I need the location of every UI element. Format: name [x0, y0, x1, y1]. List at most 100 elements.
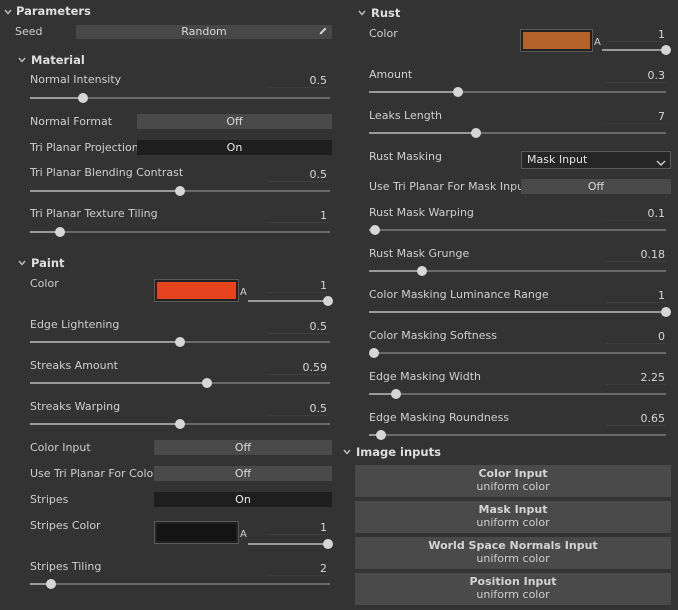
- streaks-warping-value[interactable]: 0.5: [268, 402, 328, 416]
- rust-masking-label: Rust Masking: [369, 150, 443, 163]
- color-masking-luminance-range-label: Color Masking Luminance Range: [369, 288, 549, 301]
- paint-color-alpha-slider[interactable]: [248, 296, 333, 306]
- chevron-down-icon[interactable]: [18, 259, 26, 267]
- pencil-icon[interactable]: [318, 26, 328, 40]
- seed-value: Random: [181, 25, 227, 38]
- color-masking-luminance-range-value[interactable]: 1: [606, 289, 666, 303]
- edge-masking-width-slider[interactable]: [369, 389, 666, 399]
- slider-handle[interactable]: [175, 186, 185, 196]
- image-input-mask[interactable]: Mask Input uniform color: [355, 501, 671, 533]
- streaks-amount-slider[interactable]: [30, 378, 330, 388]
- slider-fill: [30, 382, 207, 384]
- rust-masking-dropdown[interactable]: Mask Input: [521, 151, 671, 169]
- tri-planar-texture-tiling-value[interactable]: 1: [268, 209, 328, 223]
- edge-masking-roundness-value[interactable]: 0.65: [606, 412, 666, 426]
- edge-masking-width-value[interactable]: 2.25: [606, 371, 666, 385]
- paint-color-swatch[interactable]: [154, 279, 239, 302]
- amount-value[interactable]: 0.3: [606, 69, 666, 83]
- color-masking-softness-value[interactable]: 0: [606, 330, 666, 344]
- stripes-color-alpha-value[interactable]: 1: [268, 521, 328, 535]
- tri-planar-projection-label: Tri Planar Projection: [30, 141, 139, 154]
- slider-handle[interactable]: [369, 348, 379, 358]
- slider-fill: [369, 270, 423, 272]
- image-input-world-space-normals[interactable]: World Space Normals Input uniform color: [355, 537, 671, 569]
- paint-color-alpha-value[interactable]: 1: [268, 279, 328, 293]
- rust-color-swatch[interactable]: [520, 29, 593, 52]
- rust-color-label: Color: [369, 27, 398, 40]
- leaks-length-slider[interactable]: [369, 128, 666, 138]
- slider-handle[interactable]: [417, 266, 428, 276]
- amount-slider[interactable]: [369, 87, 666, 97]
- chevron-down-icon[interactable]: [4, 8, 12, 16]
- slider-handle[interactable]: [470, 128, 481, 138]
- slider-handle[interactable]: [369, 225, 380, 235]
- slider-fill: [30, 97, 83, 99]
- image-input-position[interactable]: Position Input uniform color: [355, 573, 671, 605]
- tri-planar-blending-contrast-value[interactable]: 0.5: [268, 168, 328, 182]
- chevron-down-icon[interactable]: [343, 448, 351, 456]
- edge-masking-roundness-slider[interactable]: [369, 430, 666, 440]
- stripes-color-alpha-slider[interactable]: [248, 539, 333, 549]
- seed-label: Seed: [15, 25, 43, 38]
- normal-format-label: Normal Format: [30, 115, 113, 128]
- use-tri-planar-for-mask-input-toggle[interactable]: Off: [521, 179, 671, 194]
- normal-format-toggle[interactable]: Off: [137, 114, 332, 129]
- slider-handle[interactable]: [55, 227, 65, 237]
- slider-fill: [30, 190, 180, 192]
- slider-handle[interactable]: [661, 45, 671, 55]
- rust-color-alpha-label: A: [594, 37, 601, 48]
- tri-planar-blending-contrast-slider[interactable]: [30, 186, 330, 196]
- normal-intensity-value[interactable]: 0.5: [268, 74, 328, 88]
- chevron-down-icon[interactable]: [358, 9, 366, 17]
- slider-handle[interactable]: [323, 296, 333, 306]
- slider-handle[interactable]: [323, 539, 333, 549]
- color-masking-softness-label: Color Masking Softness: [369, 329, 497, 342]
- slider-handle[interactable]: [175, 419, 185, 429]
- slider-fill: [248, 300, 328, 302]
- stripes-toggle[interactable]: On: [154, 492, 332, 507]
- image-input-title: World Space Normals Input: [428, 539, 598, 552]
- slider-handle[interactable]: [46, 579, 56, 589]
- slider-handle[interactable]: [453, 87, 464, 97]
- streaks-warping-slider[interactable]: [30, 419, 330, 429]
- rust-mask-grunge-value[interactable]: 0.18: [606, 248, 666, 262]
- slider-handle[interactable]: [375, 430, 386, 440]
- edge-lightening-value[interactable]: 0.5: [268, 320, 328, 334]
- slider-fill: [248, 543, 328, 545]
- stripes-color-swatch[interactable]: [154, 521, 239, 544]
- color-masking-softness-slider[interactable]: [369, 348, 666, 358]
- tri-planar-texture-tiling-slider[interactable]: [30, 227, 330, 237]
- slider-handle[interactable]: [390, 389, 401, 399]
- color-input-toggle[interactable]: Off: [154, 440, 332, 455]
- paint-color-alpha-label: A: [240, 287, 247, 298]
- rust-color-alpha-value[interactable]: 1: [606, 28, 666, 42]
- slider-handle[interactable]: [661, 307, 671, 317]
- tri-planar-projection-toggle[interactable]: On: [137, 140, 332, 155]
- stripes-tiling-slider[interactable]: [30, 579, 330, 589]
- slider-fill: [30, 423, 180, 425]
- image-input-color[interactable]: Color Input uniform color: [355, 465, 671, 497]
- material-title: Material: [31, 53, 85, 67]
- leaks-length-value[interactable]: 7: [606, 110, 666, 124]
- rust-color-alpha-slider[interactable]: [602, 45, 671, 55]
- rust-mask-grunge-label: Rust Mask Grunge: [369, 247, 470, 260]
- rust-mask-warping-value[interactable]: 0.1: [606, 207, 666, 221]
- use-tri-planar-for-color-toggle[interactable]: Off: [154, 466, 332, 481]
- paint-color-label: Color: [30, 277, 59, 290]
- seed-field[interactable]: Random: [76, 25, 332, 39]
- rust-mask-warping-slider[interactable]: [369, 225, 666, 235]
- image-input-title: Position Input: [469, 575, 557, 588]
- slider-handle[interactable]: [202, 378, 212, 388]
- edge-lightening-slider[interactable]: [30, 337, 330, 347]
- chevron-down-icon[interactable]: [18, 56, 26, 64]
- color-input-label: Color Input: [30, 441, 91, 454]
- stripes-tiling-value[interactable]: 2: [268, 562, 328, 576]
- slider-handle[interactable]: [77, 93, 88, 103]
- normal-intensity-label: Normal Intensity: [30, 73, 122, 86]
- slider-handle[interactable]: [175, 337, 185, 347]
- chevron-down-icon: [656, 156, 666, 172]
- color-masking-luminance-range-slider[interactable]: [369, 307, 671, 317]
- streaks-amount-value[interactable]: 0.59: [268, 361, 328, 375]
- rust-mask-grunge-slider[interactable]: [369, 266, 666, 276]
- normal-intensity-slider[interactable]: [30, 93, 330, 103]
